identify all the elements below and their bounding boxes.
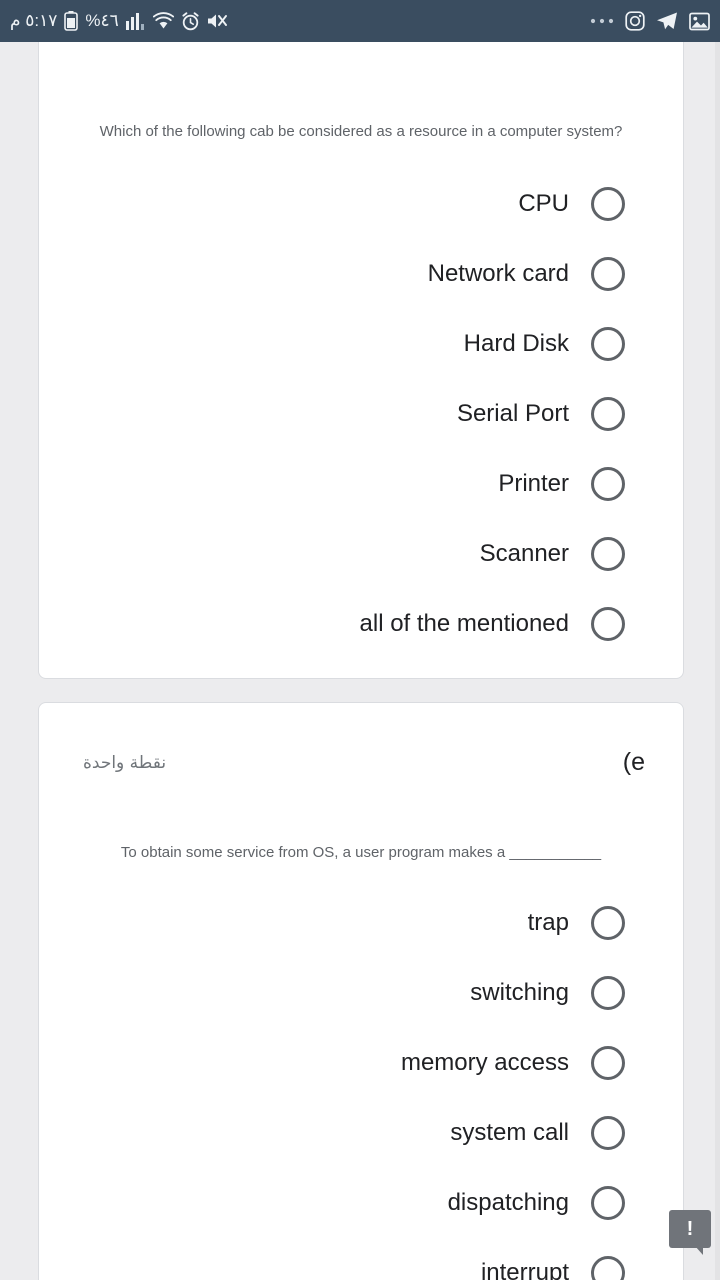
question-card-1: Which of the following cab be considered… bbox=[38, 42, 684, 679]
option-row[interactable]: switching bbox=[39, 958, 683, 1028]
radio-button[interactable] bbox=[591, 976, 625, 1010]
option-row[interactable]: interrupt bbox=[39, 1238, 683, 1280]
option-label: all of the mentioned bbox=[359, 610, 569, 637]
radio-button[interactable] bbox=[591, 1256, 625, 1280]
mute-icon bbox=[207, 12, 227, 30]
question-1-text: Which of the following cab be considered… bbox=[99, 123, 623, 140]
points-label: نقطة واحدة bbox=[83, 752, 167, 773]
option-label: Printer bbox=[498, 470, 569, 497]
feedback-glyph: ! bbox=[686, 1218, 694, 1240]
radio-button[interactable] bbox=[591, 1186, 625, 1220]
option-row[interactable]: Printer bbox=[39, 449, 683, 519]
alarm-icon bbox=[181, 11, 200, 31]
signal-bars-icon bbox=[125, 12, 146, 30]
question-2-options: trap switching memory access system call… bbox=[39, 888, 683, 1280]
more-dots-icon bbox=[590, 18, 614, 24]
radio-button[interactable] bbox=[591, 327, 625, 361]
question-2-header: نقطة واحدة (e bbox=[39, 748, 683, 777]
question-1-options: CPU Network card Hard Disk Serial Port P… bbox=[39, 169, 683, 659]
option-label: Serial Port bbox=[456, 400, 569, 427]
status-bar-left-group: ٥:١٧ م %٤٦ bbox=[10, 11, 227, 31]
option-label: trap bbox=[527, 909, 569, 936]
radio-button[interactable] bbox=[591, 607, 625, 641]
option-row[interactable]: dispatching bbox=[39, 1168, 683, 1238]
option-label: interrupt bbox=[480, 1259, 569, 1280]
question-card-2: نقطة واحدة (e To obtain some service fro… bbox=[38, 702, 684, 1280]
option-label: Scanner bbox=[479, 540, 569, 567]
option-row[interactable]: system call bbox=[39, 1098, 683, 1168]
wifi-icon bbox=[152, 12, 174, 30]
telegram-icon bbox=[656, 11, 678, 31]
gallery-icon bbox=[689, 12, 710, 31]
option-label: Hard Disk bbox=[463, 330, 569, 357]
radio-button[interactable] bbox=[591, 467, 625, 501]
option-row[interactable]: Scanner bbox=[39, 519, 683, 589]
option-row[interactable]: Network card bbox=[39, 239, 683, 309]
radio-button[interactable] bbox=[591, 537, 625, 571]
radio-button[interactable] bbox=[591, 906, 625, 940]
option-row[interactable]: trap bbox=[39, 888, 683, 958]
battery-icon bbox=[64, 11, 79, 31]
form-scroll-area[interactable]: Which of the following cab be considered… bbox=[0, 42, 720, 1280]
option-label: memory access bbox=[400, 1049, 569, 1076]
status-bar-clock: ٥:١٧ م bbox=[10, 11, 58, 30]
option-row[interactable]: CPU bbox=[39, 169, 683, 239]
question-letter-label: (e bbox=[622, 748, 645, 776]
option-row[interactable]: all of the mentioned bbox=[39, 589, 683, 659]
question-2-text: To obtain some service from OS, a user p… bbox=[120, 844, 602, 861]
option-label: switching bbox=[470, 979, 569, 1006]
option-label: dispatching bbox=[447, 1189, 569, 1216]
scrollbar-track[interactable] bbox=[715, 42, 720, 1280]
radio-button[interactable] bbox=[591, 257, 625, 291]
option-row[interactable]: Hard Disk bbox=[39, 309, 683, 379]
instagram-icon bbox=[625, 11, 645, 31]
status-bar: ٥:١٧ م %٤٦ bbox=[0, 0, 720, 42]
option-label: CPU bbox=[518, 190, 569, 217]
option-row[interactable]: Serial Port bbox=[39, 379, 683, 449]
option-label: Network card bbox=[427, 260, 569, 287]
radio-button[interactable] bbox=[591, 397, 625, 431]
radio-button[interactable] bbox=[591, 187, 625, 221]
radio-button[interactable] bbox=[591, 1046, 625, 1080]
battery-percent-label: %٤٦ bbox=[85, 11, 119, 30]
status-bar-right-group bbox=[590, 11, 710, 31]
option-row[interactable]: memory access bbox=[39, 1028, 683, 1098]
radio-button[interactable] bbox=[591, 1116, 625, 1150]
option-label: system call bbox=[450, 1119, 569, 1146]
feedback-exclamation-icon[interactable]: ! bbox=[669, 1210, 711, 1255]
